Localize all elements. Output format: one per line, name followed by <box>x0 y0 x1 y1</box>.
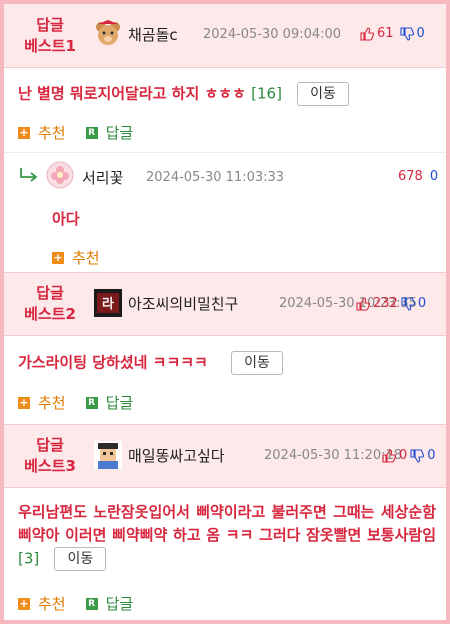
best1-upvotes: 61 <box>377 26 394 41</box>
reply-r-icon: R <box>85 396 98 409</box>
thumbs-down-icon[interactable] <box>399 26 414 41</box>
best3-upvotes: 0 <box>399 448 408 463</box>
best1-reply-label: 답글 <box>105 124 134 142</box>
best3-recommend-label: 추천 <box>38 595 66 613</box>
best2-label: 답글 베스트2 <box>14 283 86 325</box>
reply1-recommend-button[interactable]: + 추천 <box>52 247 100 268</box>
best2-nickname[interactable]: 아조씨의비밀친구 <box>128 293 238 314</box>
plus-icon: + <box>18 125 30 139</box>
svg-text:라: 라 <box>102 296 114 312</box>
best1-label-line2: 베스트1 <box>24 37 76 55</box>
best2-upvotes: 232 <box>373 296 398 311</box>
best3-nickname[interactable]: 매일똥싸고싶다 <box>128 445 225 466</box>
plus-icon: + <box>18 395 30 409</box>
teddy-bear-icon[interactable] <box>94 20 122 48</box>
best1-votes: 61 0 <box>360 26 425 41</box>
best3-actions: + 추천 R 답글 <box>18 593 133 614</box>
thumbs-up-icon[interactable] <box>360 26 374 41</box>
pixel-person-icon[interactable] <box>94 441 122 469</box>
thumbs-down-icon[interactable] <box>401 296 415 311</box>
reply-r-icon: R <box>85 597 98 610</box>
plus-icon: + <box>52 250 64 264</box>
best3-label-line2: 베스트3 <box>24 457 76 475</box>
best3-reply-label: 답글 <box>105 595 134 613</box>
best3-votes: 0 0 <box>382 448 436 463</box>
plus-icon: + <box>18 596 30 610</box>
best3-move-button[interactable]: 이동 <box>54 547 107 571</box>
best3-content-text: 우리남편도 노란잠옷입어서 삐약이라고 불러주면 그때는 세상순함 삐약아 이러… <box>18 503 436 544</box>
reply1-content: 아다 <box>52 210 80 228</box>
reply1-actions: + 추천 <box>52 247 100 268</box>
thumbs-up-icon[interactable] <box>356 296 370 311</box>
best1-actions: + 추천 R 답글 <box>18 122 133 143</box>
reply1-date: 2024-05-30 11:03:33 <box>146 170 285 185</box>
best-replies-panel: 답글 베스트1 채곰돌c 2024-05-30 09:04:00 61 0 난 … <box>0 0 450 624</box>
reply-r-icon: R <box>85 126 98 139</box>
best3-reply-count[interactable]: [3] <box>18 550 39 568</box>
flower-avatar-icon[interactable] <box>46 161 74 189</box>
character-avatar-icon[interactable]: 라 <box>94 289 122 317</box>
best1-content: 난 별명 뭐로지어달라고 하지 ㅎㅎㅎ [16] 이동 <box>18 82 349 106</box>
best2-content: 가스라이팅 당하셨네 ㅋㅋㅋㅋ 이동 <box>18 351 283 375</box>
reply1-votes: 678 0 <box>398 169 438 184</box>
best2-actions: + 추천 R 답글 <box>18 392 133 413</box>
best1-reply-count[interactable]: [16] <box>251 85 282 103</box>
divider <box>4 152 446 153</box>
reply-arrow-icon <box>20 168 38 182</box>
reply1-downvotes[interactable]: 0 <box>430 169 438 184</box>
best1-nickname[interactable]: 채곰돌c <box>128 24 178 45</box>
best2-label-line1: 답글 <box>36 284 64 302</box>
best2-reply-button[interactable]: R 답글 <box>85 392 134 413</box>
best3-label: 답글 베스트3 <box>14 435 86 477</box>
best1-recommend-label: 추천 <box>38 124 66 142</box>
best3-content: 우리남편도 노란잠옷입어서 삐약이라고 불러주면 그때는 세상순함 삐약아 이러… <box>18 501 436 571</box>
thumbs-down-icon[interactable] <box>410 448 425 463</box>
best1-downvotes: 0 <box>416 26 425 41</box>
best2-content-text: 가스라이팅 당하셨네 ㅋㅋㅋㅋ <box>18 353 208 372</box>
best3-recommend-button[interactable]: + 추천 <box>18 593 66 614</box>
reply1-recommend-label: 추천 <box>72 249 100 267</box>
best1-content-text: 난 별명 뭐로지어달라고 하지 ㅎㅎㅎ <box>18 84 246 103</box>
best2-votes: 232 0 <box>356 296 426 311</box>
best2-recommend-label: 추천 <box>38 394 66 412</box>
best3-downvotes: 0 <box>427 448 436 463</box>
best2-reply-label: 답글 <box>105 394 134 412</box>
best1-move-button[interactable]: 이동 <box>297 82 349 106</box>
best1-label: 답글 베스트1 <box>14 15 86 57</box>
best2-downvotes: 0 <box>417 296 427 311</box>
best1-date: 2024-05-30 09:04:00 <box>203 27 342 42</box>
best1-label-line1: 답글 <box>36 16 64 34</box>
best2-label-line2: 베스트2 <box>24 305 76 323</box>
reply1-upvotes[interactable]: 678 <box>398 169 423 184</box>
best2-move-button[interactable]: 이동 <box>231 351 283 375</box>
best3-reply-button[interactable]: R 답글 <box>85 593 134 614</box>
reply1-nickname[interactable]: 서리꽃 <box>82 167 123 188</box>
thumbs-up-icon[interactable] <box>382 448 396 463</box>
best2-recommend-button[interactable]: + 추천 <box>18 392 66 413</box>
best3-label-line1: 답글 <box>36 436 64 454</box>
best1-reply-button[interactable]: R 답글 <box>85 122 134 143</box>
best1-recommend-button[interactable]: + 추천 <box>18 122 66 143</box>
